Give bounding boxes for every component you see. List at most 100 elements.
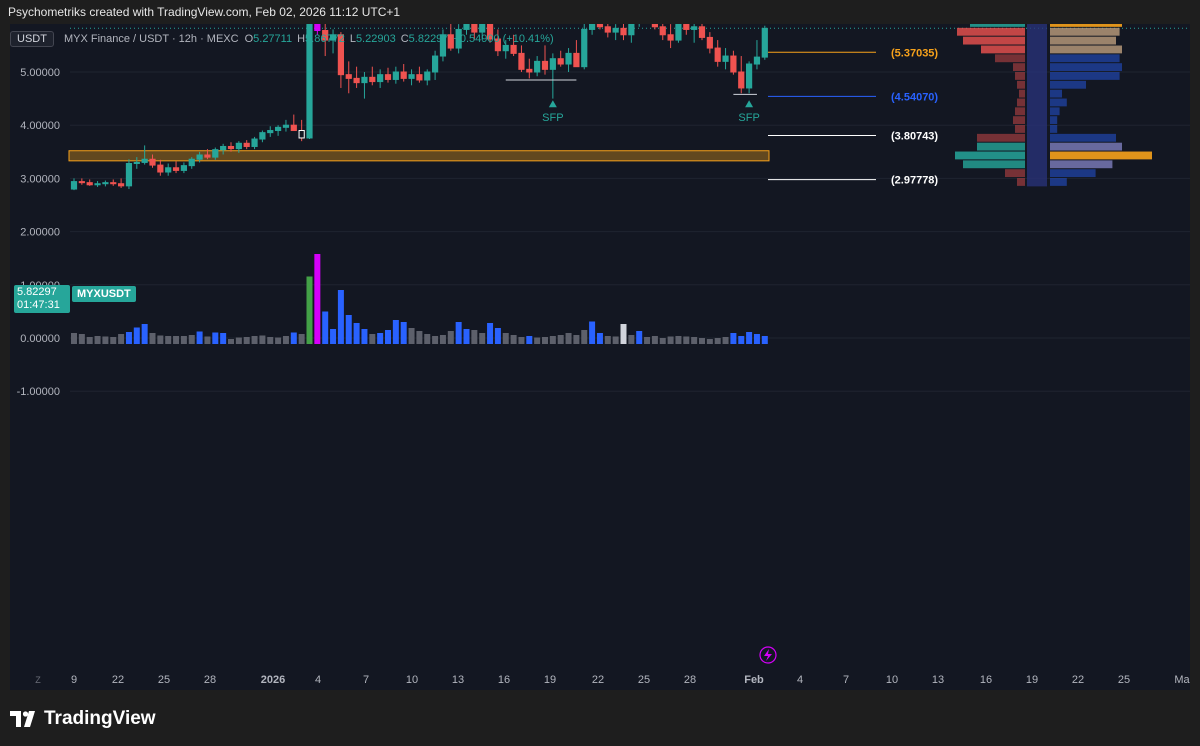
candle-body	[361, 76, 368, 84]
volume-bar	[479, 333, 486, 344]
volume-profile-buy-bar	[1050, 19, 1122, 27]
volume-profile-buy-bar	[1050, 151, 1152, 160]
volume-bar	[549, 336, 556, 344]
symbol-title[interactable]: MYX Finance / USDT · 12h · MEXC	[64, 33, 239, 45]
level-label: (3.80743)	[891, 130, 938, 142]
volume-profile-buy-bar	[1050, 63, 1122, 72]
level-label: (5.37035)	[891, 47, 938, 59]
x-tick-label: 16	[498, 674, 510, 686]
x-tick-label: 13	[452, 674, 464, 686]
x-tick-label: 28	[684, 674, 696, 686]
candle-body	[165, 167, 172, 173]
x-tick-label: 7	[843, 674, 849, 686]
volume-profile-sell-bar	[1015, 72, 1025, 80]
volume-profile-sell-bar	[1017, 178, 1025, 186]
candle-body	[424, 71, 431, 81]
candle-body	[172, 167, 180, 171]
candle-body	[243, 142, 250, 147]
volume-profile-sell-bar	[1015, 125, 1025, 133]
candle-body	[290, 124, 297, 132]
volume-bar	[259, 335, 266, 344]
y-tick-label: -1.00000	[17, 386, 60, 398]
sfp-label: SFP	[738, 112, 759, 124]
volume-profile-buy-bar	[1050, 89, 1062, 98]
y-tick-label: 5.00000	[20, 67, 60, 79]
x-tick-label: Ma	[1174, 674, 1190, 686]
volume-bar	[753, 334, 760, 344]
candle-body	[102, 182, 109, 185]
candle-body	[251, 138, 258, 147]
open-value: 5.27711	[253, 33, 293, 45]
candle-body	[298, 130, 305, 139]
symbol-tag: MYXUSDT	[72, 286, 136, 302]
volume-profile-buy-bar	[1050, 160, 1113, 169]
candle-body	[408, 74, 415, 79]
volume-profile-sell-bar	[955, 151, 1025, 160]
candle-body	[416, 74, 423, 81]
volume-bar	[518, 337, 525, 344]
candle-body	[392, 71, 399, 80]
volume-bar	[628, 335, 635, 344]
candle-body	[541, 60, 549, 70]
volume-bar	[699, 338, 705, 344]
candle-body	[557, 58, 564, 65]
last-price-tag: 5.82297 01:47:31	[14, 285, 70, 313]
volume-bar	[196, 331, 203, 344]
candle-body	[667, 34, 674, 41]
x-tick-label: 19	[544, 674, 556, 686]
volume-bar	[400, 322, 407, 344]
volume-bar	[604, 336, 611, 344]
candle-body	[581, 28, 588, 68]
candle-body	[534, 60, 541, 73]
chart-pane[interactable]: 10.000009.000008.000007.000006.000005.00…	[10, 0, 1191, 690]
timezone-icon: Z	[35, 675, 41, 685]
candle-body	[157, 164, 164, 173]
x-tick-label: 22	[592, 674, 604, 686]
volume-bar	[620, 324, 627, 344]
volume-profile-buy-bar	[1050, 45, 1122, 54]
candle-body	[675, 18, 682, 41]
volume-bar	[71, 333, 77, 344]
volume-bar	[510, 335, 517, 344]
volume-bar	[667, 336, 674, 344]
volume-profile-price-column	[1027, 0, 1047, 187]
volume-bar	[173, 336, 180, 344]
volume-bar	[102, 336, 109, 344]
volume-profile-sell-bar	[1017, 80, 1025, 89]
volume-bar	[322, 311, 329, 344]
change-value: +0.54900 (+10.41%)	[453, 33, 554, 45]
candle-body	[432, 55, 439, 73]
candle-body	[384, 74, 392, 80]
volume-profile-sell-bar	[970, 19, 1025, 27]
volume-bar	[487, 323, 494, 344]
volume-bar	[86, 337, 93, 344]
volume-bar	[337, 290, 344, 344]
price-chart[interactable]: 10.000009.000008.000007.000006.000005.00…	[10, 0, 1191, 690]
candle-body	[698, 26, 706, 38]
volume-bar	[722, 337, 729, 344]
volume-bar	[714, 338, 721, 344]
x-tick-label: 4	[797, 674, 803, 686]
volume-bar	[267, 337, 274, 344]
x-tick-label: 28	[204, 674, 216, 686]
volume-bar	[675, 336, 682, 344]
volume-profile-sell-bar	[977, 142, 1025, 151]
candle-body	[753, 56, 761, 65]
candle-body	[659, 26, 666, 36]
candle-body	[683, 18, 690, 30]
candle-body	[604, 26, 611, 33]
candle-body	[78, 181, 85, 184]
bar-countdown: 01:47:31	[17, 299, 60, 311]
volume-bar	[385, 330, 391, 344]
volume-bar	[118, 334, 125, 344]
tradingview-logo-icon	[10, 711, 35, 727]
volume-bar	[416, 331, 423, 344]
volume-bar	[455, 322, 462, 344]
volume-bar	[125, 332, 132, 344]
y-tick-label: 3.00000	[20, 173, 60, 185]
volume-bar	[94, 336, 101, 344]
candle-body	[706, 36, 713, 49]
volume-profile-buy-bar	[1050, 133, 1116, 142]
candle-body	[596, 15, 604, 28]
currency-selector[interactable]: USDT	[10, 31, 54, 47]
